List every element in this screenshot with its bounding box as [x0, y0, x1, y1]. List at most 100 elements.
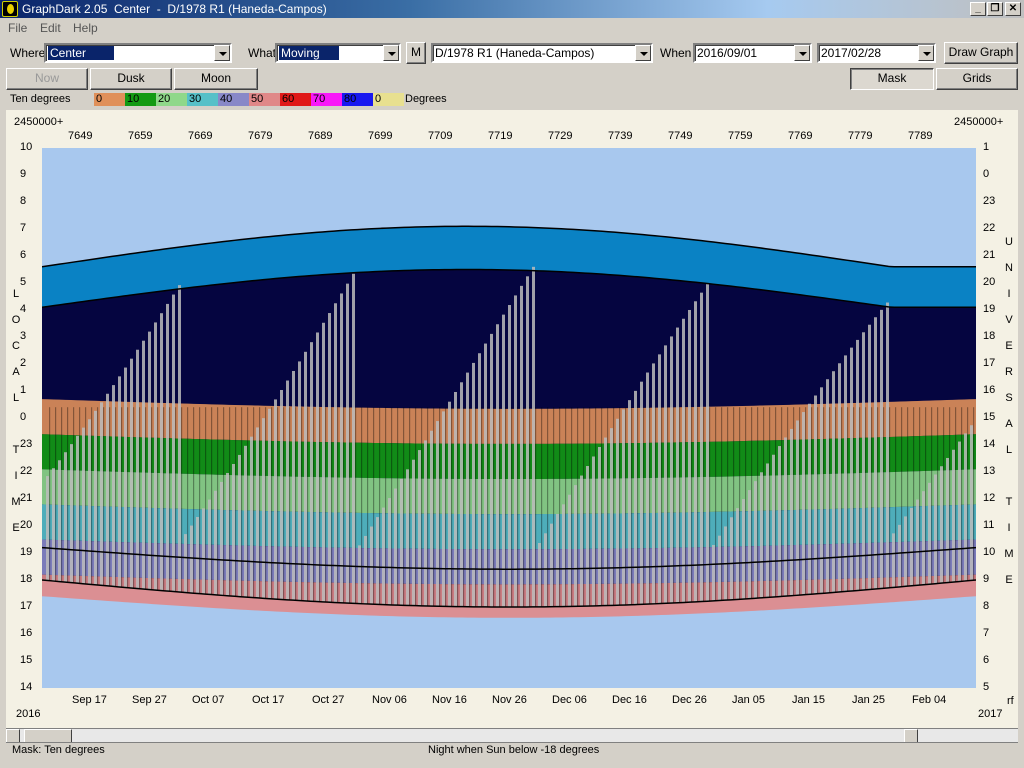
start-date-select[interactable]: 2016/09/01	[693, 43, 812, 63]
moonlight-bar	[742, 499, 745, 600]
night-gap-bar	[277, 407, 279, 599]
object-select[interactable]: D/1978 R1 (Haneda-Campos)	[431, 43, 653, 63]
night-gap-bar	[373, 407, 375, 605]
moonlight-bar	[814, 395, 817, 594]
moonlight-bar	[640, 381, 643, 605]
moonlight-bar	[406, 469, 409, 606]
moonlight-bar	[496, 324, 499, 607]
night-gap-bar	[913, 407, 915, 586]
chevron-down-icon[interactable]	[918, 45, 934, 61]
moonlight-bar	[526, 276, 529, 607]
scroll-thumb[interactable]	[24, 729, 72, 743]
moonlight-bar	[460, 382, 463, 607]
chevron-down-icon[interactable]	[635, 45, 651, 61]
moonlight-bar	[472, 362, 475, 607]
mask-button[interactable]: Mask	[850, 68, 934, 90]
chevron-down-icon[interactable]	[214, 45, 230, 61]
chevron-down-icon[interactable]	[383, 45, 399, 61]
night-gap-bar	[901, 407, 903, 588]
chevron-down-icon[interactable]	[794, 45, 810, 61]
night-gap-bar	[835, 407, 837, 593]
end-date-select[interactable]: 2017/02/28	[817, 43, 936, 63]
night-gap-bar	[487, 407, 489, 607]
night-gap-bar	[613, 407, 615, 606]
moonlight-bar	[142, 340, 145, 589]
moonlight-bar	[364, 535, 367, 604]
moonlight-bar	[352, 273, 355, 604]
night-gap-bar	[667, 407, 669, 604]
legend-title: Ten degrees	[10, 93, 71, 105]
moonlight-bar	[448, 401, 451, 607]
moonlight-bar	[268, 408, 271, 599]
night-gap-bar	[589, 407, 591, 607]
night-gap-bar	[823, 407, 825, 594]
moonlight-bar	[688, 309, 691, 603]
night-gap-bar	[175, 407, 177, 592]
universal-hour-label: 13	[983, 465, 996, 477]
night-gap-bar	[397, 407, 399, 606]
moonlight-bar	[58, 460, 61, 582]
night-gap-bar	[793, 407, 795, 596]
universal-hour-label: 11	[983, 519, 995, 531]
minimize-icon[interactable]: _	[970, 2, 986, 16]
moonlight-bar	[610, 428, 613, 606]
universal-time-letter: E	[1005, 340, 1013, 352]
night-gap-bar	[481, 407, 483, 607]
universal-hour-label: 0	[983, 168, 990, 180]
night-gap-bar	[517, 407, 519, 607]
night-gap-bar	[319, 407, 321, 602]
night-gap-bar	[775, 407, 777, 598]
where-select[interactable]: Center	[44, 43, 232, 63]
moonlight-bar	[502, 314, 505, 607]
now-button[interactable]: Now	[6, 68, 88, 90]
moonlight-bar	[208, 499, 211, 595]
scroll-right-icon[interactable]	[904, 729, 918, 743]
jd-tick-label: 7709	[428, 130, 453, 142]
universal-time-letter: N	[1005, 262, 1013, 274]
local-time-letter: O	[11, 314, 21, 326]
restore-icon[interactable]: ❐	[987, 2, 1003, 16]
what-select[interactable]: Moving	[275, 43, 401, 63]
moonlight-bar	[424, 440, 427, 606]
date-tick-label: Oct 27	[312, 694, 345, 706]
menu-file[interactable]: File	[8, 21, 27, 35]
night-gap-bar	[541, 407, 543, 607]
horizontal-scrollbar[interactable]	[6, 728, 1018, 743]
darkness-plot[interactable]	[42, 148, 976, 688]
m-button[interactable]: M	[406, 42, 426, 64]
menu-edit[interactable]: Edit	[40, 21, 61, 35]
dusk-button[interactable]: Dusk	[90, 68, 172, 90]
night-gap-bar	[73, 407, 75, 583]
moonlight-bar	[952, 449, 955, 583]
night-gap-bar	[343, 407, 345, 603]
date-tick-label: Dec 26	[672, 694, 707, 706]
night-gap-bar	[643, 407, 645, 605]
moonlight-bar	[76, 435, 79, 584]
night-gap-bar	[259, 407, 261, 598]
moonlight-bar	[712, 544, 715, 601]
moonlight-bar	[112, 385, 115, 587]
grids-button[interactable]: Grids	[936, 68, 1018, 90]
moonlight-bar	[292, 370, 295, 601]
moonlight-bar	[922, 491, 925, 585]
night-gap-bar	[595, 407, 597, 606]
scroll-left-icon[interactable]	[6, 729, 20, 743]
night-gap-bar	[325, 407, 327, 602]
menu-help[interactable]: Help	[73, 21, 98, 35]
moonlight-bar	[136, 349, 139, 589]
night-gap-bar	[847, 407, 849, 592]
draw-graph-button[interactable]: Draw Graph	[944, 42, 1018, 64]
moonlight-bar	[430, 430, 433, 607]
view-toolbar: Now Dusk Moon Mask Grids	[0, 68, 1024, 92]
moon-button[interactable]: Moon	[174, 68, 258, 90]
moonlight-bar	[928, 482, 931, 585]
local-time-letter: L	[12, 288, 20, 300]
app-moon-icon[interactable]	[2, 1, 18, 17]
universal-hour-label: 10	[983, 546, 996, 558]
moonlight-bar	[346, 283, 349, 604]
night-gap-bar	[361, 407, 363, 604]
close-icon[interactable]: ✕	[1005, 2, 1021, 16]
moonlight-bar	[514, 295, 517, 607]
universal-hour-label: 8	[983, 600, 990, 612]
moonlight-bar	[232, 463, 235, 597]
